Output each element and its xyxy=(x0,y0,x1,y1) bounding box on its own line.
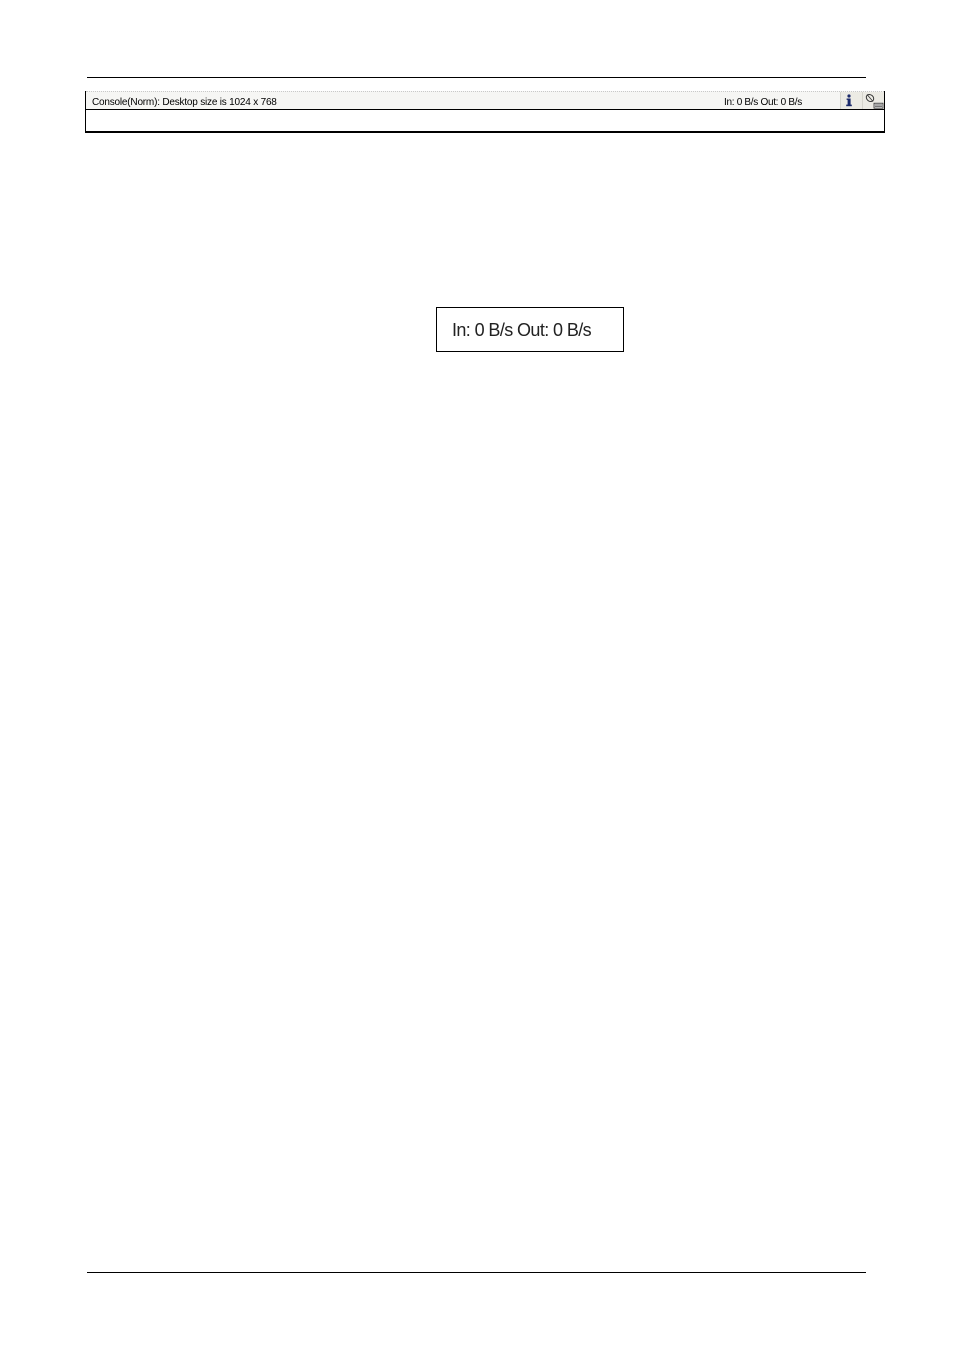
status-bar-screenshot: Console(Norm): Desktop size is 1024 x 76… xyxy=(85,91,885,133)
desktop-size-status: Console(Norm): Desktop size is 1024 x 76… xyxy=(92,97,277,108)
status-bar: Console(Norm): Desktop size is 1024 x 76… xyxy=(86,91,884,110)
info-icon[interactable] xyxy=(840,92,862,109)
throughput-zoom-text: In: 0 B/s Out: 0 B/s xyxy=(452,320,592,340)
throughput-status: In: 0 B/s Out: 0 B/s xyxy=(724,97,802,108)
throughput-zoom-callout: In: 0 B/s Out: 0 B/s xyxy=(436,307,624,352)
page-footer-rule xyxy=(87,1272,866,1273)
page-header-rule xyxy=(87,77,866,78)
status-bar-top-border xyxy=(86,91,884,92)
network-connection-icon[interactable] xyxy=(862,92,884,109)
